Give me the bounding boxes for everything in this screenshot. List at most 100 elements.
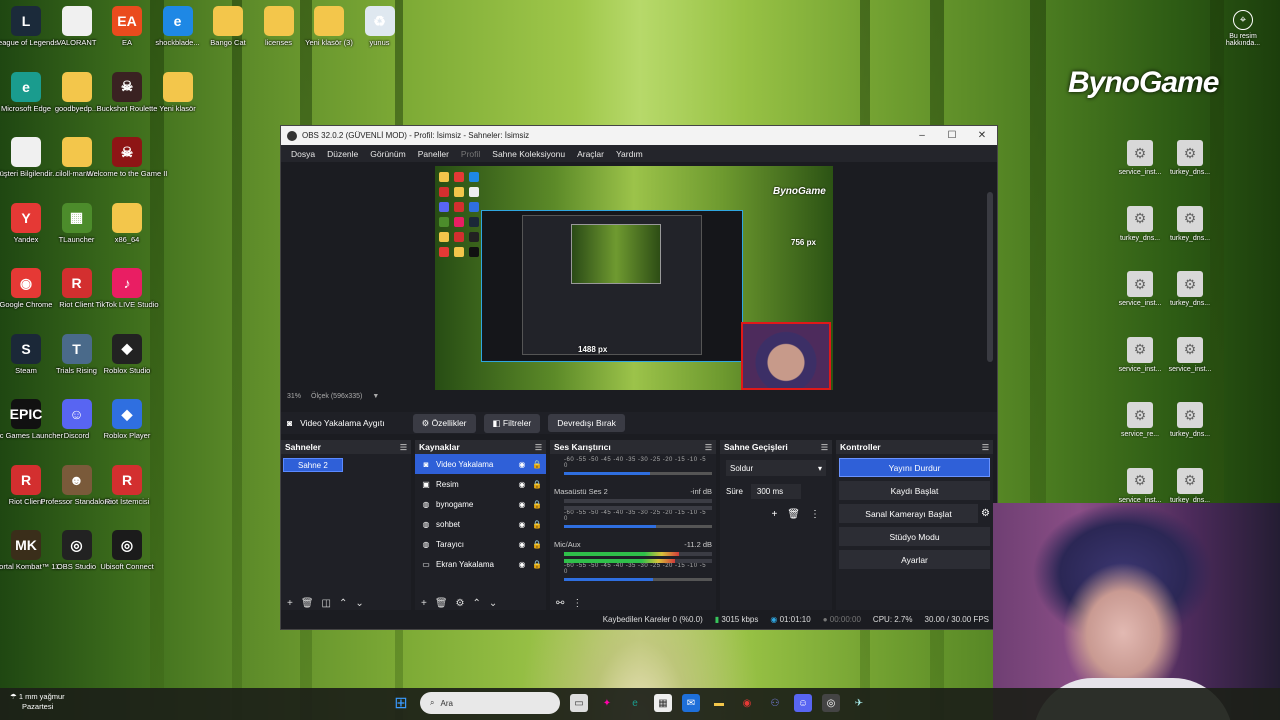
desktop-icon[interactable]: ◆ Roblox Player [99,399,155,440]
file-explorer-icon[interactable]: ▬ [710,694,728,712]
zoom-level[interactable]: 31% [287,393,301,400]
dock-menu-icon[interactable]: ☰ [821,443,828,452]
dock-menu-icon[interactable]: ☰ [535,443,542,452]
menu-view[interactable]: Görünüm [364,149,411,159]
volume-slider[interactable] [564,578,712,581]
dock-menu-icon[interactable]: ☰ [400,443,407,452]
obs-taskbar-icon[interactable]: ◎ [822,694,840,712]
add-icon[interactable]: + [421,598,427,609]
settings-button[interactable]: Ayarlar [839,550,990,569]
desktop-icon[interactable]: ▦ TLauncher [49,202,105,244]
dock-menu-icon[interactable]: ☰ [705,443,712,452]
desktop-icon[interactable]: T Trials Rising [49,333,105,375]
dock-menu-icon[interactable]: ☰ [982,443,989,452]
desktop-icon[interactable]: x86_64 [99,202,155,244]
start-recording-button[interactable]: Kaydı Başlat [839,481,990,500]
desktop-icon[interactable]: Yeni klasör (3) [301,6,357,47]
desktop-icon[interactable]: e shockblade... [150,6,206,47]
eye-icon[interactable]: ◉ [517,520,527,529]
desktop-icon[interactable]: ⚙ service_inst... [1115,140,1165,176]
desktop-icon[interactable]: e Microsoft Edge [0,71,54,113]
gear-icon[interactable]: ⚙ [456,598,465,609]
desktop-icon[interactable]: S Steam [0,333,54,375]
desktop-icon[interactable]: VALORANT [49,6,105,47]
trash-icon[interactable]: 🗑 [787,509,800,520]
studio-mode-button[interactable]: Stüdyo Modu [839,527,990,546]
desktop-icon[interactable]: L League of Legends [0,6,58,47]
steam-taskbar-icon[interactable]: ✈ [850,694,868,712]
source-item[interactable]: ◍ bynogame ◉ 🔒 [415,494,546,514]
link-icon[interactable]: ⚯ [556,598,564,609]
desktop-icon[interactable]: MKMortal Kombat™ 11 [0,530,59,571]
scene-item[interactable]: Sahne 2 [283,458,343,472]
desktop-icon[interactable]: Müşteri Bilgilendir... [0,137,59,178]
eye-icon[interactable]: ◉ [517,560,527,569]
filter-icon[interactable]: ◫ [322,598,331,609]
transition-select[interactable]: Soldur ▾ [726,460,826,476]
add-icon[interactable]: + [287,598,293,609]
minimize-button[interactable]: – [907,130,937,141]
desktop-icon[interactable]: R Riot İstemcisi [99,464,155,506]
edge-icon[interactable]: e [626,694,644,712]
desktop-icon[interactable]: ☠ Buckshot Roulette [97,71,157,113]
desktop-icon[interactable]: ⚙ service_inst... [1115,336,1165,373]
menu-edit[interactable]: Düzenle [321,149,364,159]
taskbar-search[interactable]: ⌕ Ara [420,692,560,714]
move-down-icon[interactable]: ⌄ [355,598,363,609]
desktop-icon[interactable]: ⚙ turkey_dns... [1165,402,1215,438]
stop-streaming-button[interactable]: Yayını Durdur [839,458,990,477]
start-virtual-camera-button[interactable]: Sanal Kamerayı Başlat [839,504,979,523]
desktop-icon[interactable]: ⚙ turkey_dns... [1165,205,1215,242]
outlook-icon[interactable]: ✉ [682,694,700,712]
weather-widget[interactable]: ☂ 1 mm yağmur Pazartesi [10,692,65,712]
volume-slider[interactable] [564,472,712,475]
about-picture-button[interactable]: ⌖ Bu resim hakkında... [1220,10,1266,47]
desktop-icon[interactable]: ⚙ turkey_dns... [1165,271,1215,307]
lock-icon[interactable]: 🔒 [532,560,542,569]
desktop-icon[interactable]: Bango Cat [200,6,256,47]
menu-docks[interactable]: Paneller [412,149,455,159]
lock-icon[interactable]: 🔒 [532,540,542,549]
desktop-icon[interactable]: Y Yandex [0,202,54,244]
more-icon[interactable]: ⋮ [810,509,820,520]
desktop-icon[interactable]: EA EA [99,6,155,47]
eye-icon[interactable]: ◉ [517,480,527,489]
copilot-icon[interactable]: ✦ [598,694,616,712]
desktop-icon[interactable]: licenses [251,6,307,47]
menu-file[interactable]: Dosya [285,149,321,159]
scale-dropdown-icon[interactable]: ▼ [372,393,379,400]
windows-start-icon[interactable]: ⊞ [392,694,410,712]
menu-profile[interactable]: Profil [455,149,486,159]
menu-scene-collection[interactable]: Sahne Koleksiyonu [486,149,571,159]
desktop-icon[interactable]: ☠ Welcome to the Game II [87,137,167,178]
desktop-icon[interactable]: ♪ TikTok LIVE Studio [95,268,159,309]
filters-button[interactable]: ◧ Filtreler [483,413,541,433]
program-preview[interactable]: 1488 px 756 px BynoGame [435,166,833,390]
close-button[interactable]: ✕ [967,130,997,141]
desktop-icon[interactable]: Yeni klasör [150,71,206,113]
teams-icon[interactable]: ⚇ [766,694,784,712]
preview-webcam-source[interactable] [741,322,831,390]
desktop-icon[interactable]: ☺ Discord [49,399,105,440]
desktop-icon[interactable]: ◆ Roblox Studio [99,333,155,375]
maximize-button[interactable]: ☐ [937,130,967,141]
eye-icon[interactable]: ◉ [517,540,527,549]
desktop-icon[interactable]: ◎ Ubisoft Connect [99,530,155,571]
move-down-icon[interactable]: ⌄ [489,598,497,609]
lock-icon[interactable]: 🔒 [532,480,542,489]
desktop-icon[interactable]: ◎ OBS Studio [49,530,105,571]
preview-screen-capture[interactable]: 1488 px [481,210,743,362]
source-item[interactable]: ◍ Tarayıcı ◉ 🔒 [415,534,546,554]
discord-icon[interactable]: ☺ [794,694,812,712]
trash-icon[interactable]: 🗑 [435,598,448,609]
store-icon[interactable]: ▦ [654,694,672,712]
desktop-icon[interactable]: ♻ yunus [352,6,408,47]
move-up-icon[interactable]: ⌃ [473,598,481,609]
desktop-icon[interactable]: ⚙ service_re... [1115,402,1165,438]
source-item[interactable]: ◙ Video Yakalama ◉ 🔒 [415,454,546,474]
menu-help[interactable]: Yardım [610,149,649,159]
deactivate-button[interactable]: Devredışı Bırak [548,414,625,432]
desktop-icon[interactable]: ⚙ service_inst... [1115,271,1165,307]
lock-icon[interactable]: 🔒 [532,520,542,529]
gear-icon[interactable]: ⚙ [981,508,990,519]
